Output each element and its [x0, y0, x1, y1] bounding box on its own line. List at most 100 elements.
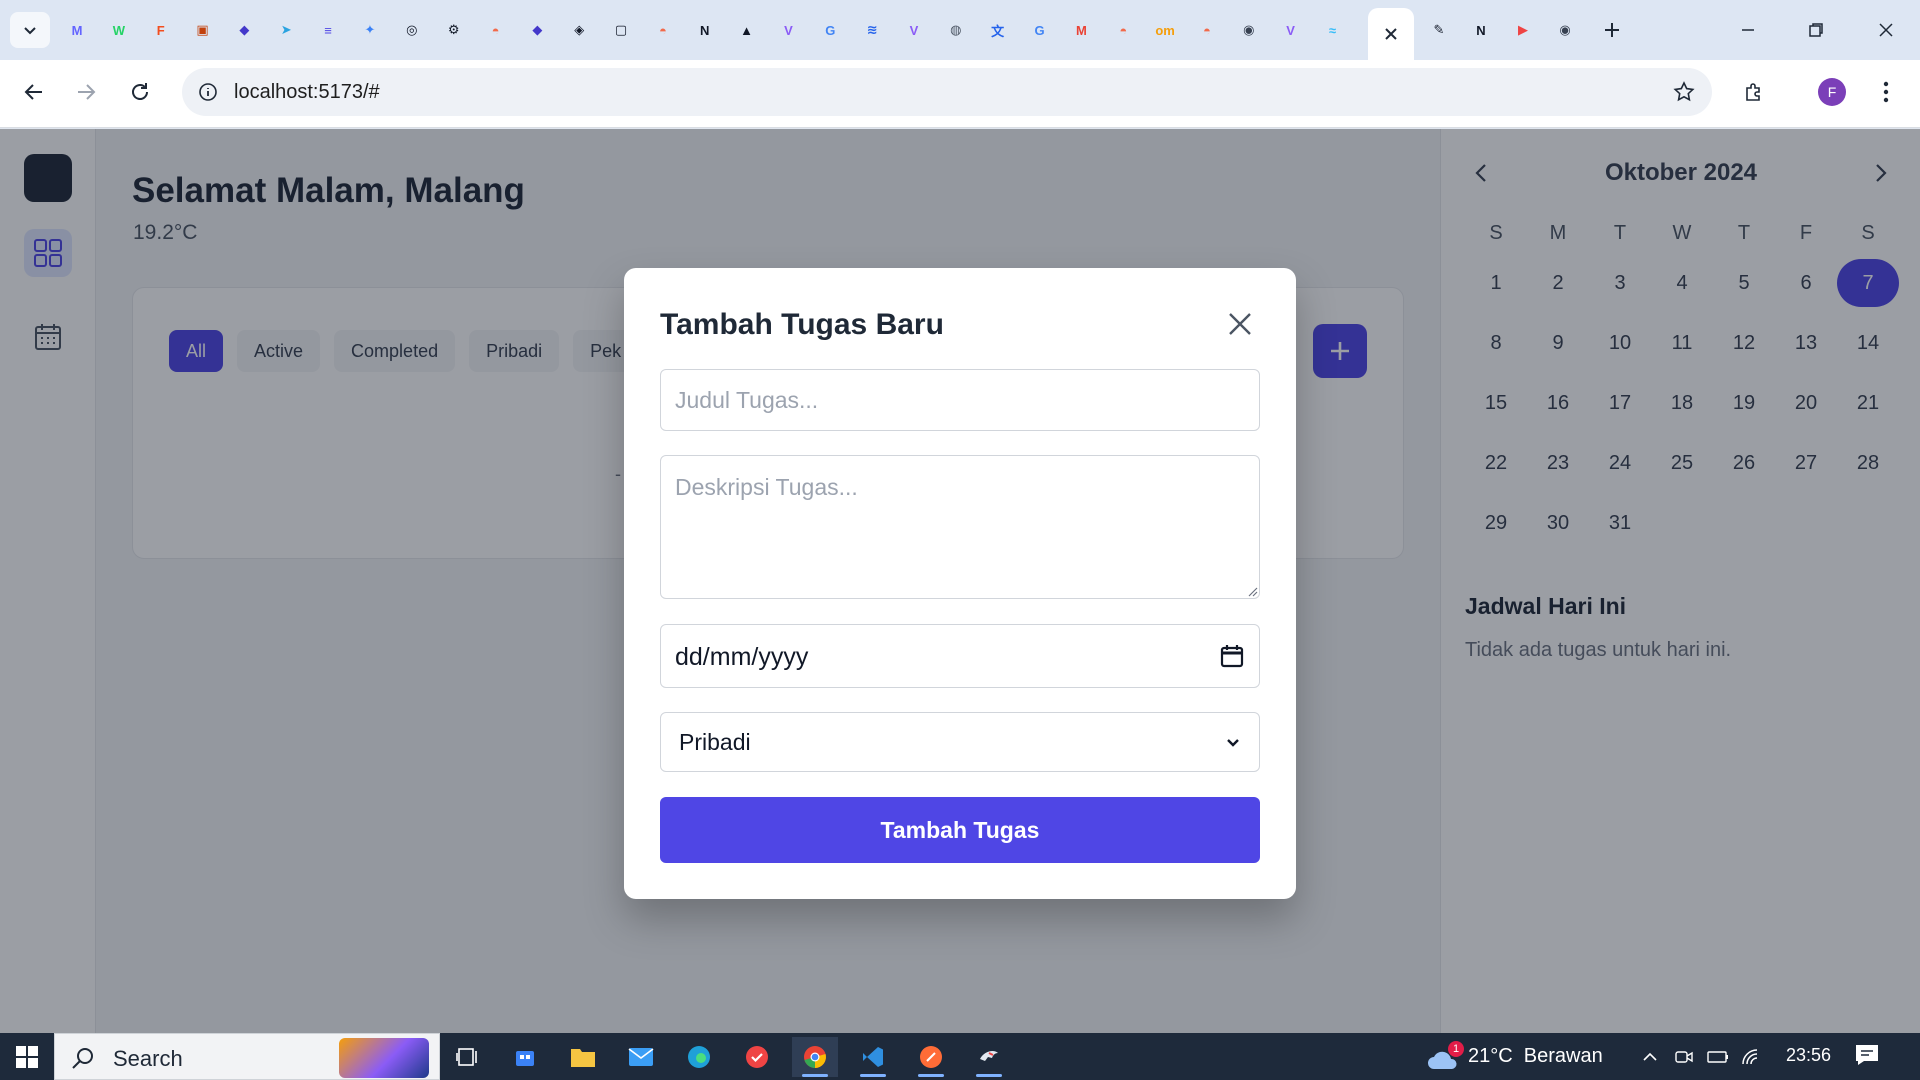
- restore-button[interactable]: [1796, 12, 1836, 48]
- chrome-app[interactable]: [792, 1037, 838, 1077]
- tab-favicon-chrome-icon[interactable]: ◉: [1236, 17, 1262, 43]
- clock-time[interactable]: 23:56: [1786, 1045, 1831, 1066]
- vscode-app[interactable]: [850, 1037, 896, 1077]
- battery-icon[interactable]: [1706, 1045, 1730, 1069]
- resize-grip-icon[interactable]: [1246, 585, 1258, 597]
- notification-center-button[interactable]: [1854, 1043, 1884, 1071]
- address-bar[interactable]: localhost:5173/#: [182, 68, 1712, 116]
- tray-overflow-icon[interactable]: [1638, 1045, 1662, 1069]
- profile-button[interactable]: F: [1812, 72, 1852, 112]
- tab-favicon-kite-icon[interactable]: ◆: [524, 17, 550, 43]
- tab-favicon-duck-icon[interactable]: ◓: [1110, 17, 1136, 43]
- bookmark-star-icon[interactable]: [1670, 78, 1698, 106]
- tab-favicon-youtube-icon[interactable]: ▶: [1510, 17, 1536, 43]
- category-selected-value: Pribadi: [679, 729, 751, 755]
- browser-menu-button[interactable]: [1866, 72, 1906, 112]
- task-description-input[interactable]: [660, 455, 1260, 599]
- browser-tab-strip: M W F ▣ ◆ ➤ ≡ ✦ ◎ ⚙ ◓ ◆ ◈ ▢ ◓ N ▲ V G ≋ V ◍ 文 G M ◓ om ◓ ◉ V ≈ ✎ N ▶ ◉: [0, 0, 1920, 60]
- tab-favicon-notion-icon[interactable]: N: [1468, 17, 1494, 43]
- mysql-workbench-app[interactable]: [966, 1037, 1012, 1077]
- submit-task-button[interactable]: Tambah Tugas: [660, 797, 1260, 863]
- os-taskbar: Search 1 21°C Berawan 23:56: [0, 1033, 1920, 1080]
- chevron-down-icon: [1227, 739, 1239, 747]
- search-highlight-image: [339, 1038, 429, 1078]
- windows-logo-icon: [16, 1045, 38, 1068]
- forward-button[interactable]: [66, 72, 106, 112]
- arrow-right-icon: [78, 84, 96, 100]
- extensions-button[interactable]: [1734, 72, 1774, 112]
- edge-app[interactable]: [676, 1037, 722, 1077]
- tab-favicon-vuetify-icon[interactable]: V: [1278, 17, 1304, 43]
- add-task-modal: Tambah Tugas Baru dd/mm/yyyy Pribadi Tam…: [624, 268, 1296, 899]
- tab-favicon-git-icon[interactable]: ◈: [566, 17, 592, 43]
- tab-favicon-telegram-icon[interactable]: ➤: [273, 17, 299, 43]
- taskbar-search[interactable]: Search: [54, 1033, 440, 1080]
- tab-favicon-duck-icon[interactable]: ◓: [1194, 17, 1220, 43]
- close-tab-icon[interactable]: [1383, 26, 1399, 42]
- tab-favicon-google-icon[interactable]: G: [1027, 17, 1053, 43]
- tab-favicon-google-icon[interactable]: G: [817, 17, 843, 43]
- task-category-select[interactable]: Pribadi: [660, 712, 1260, 772]
- tab-favicon-kite-icon[interactable]: ◆: [231, 17, 257, 43]
- tab-favicon-claude-icon[interactable]: ✎: [1426, 17, 1452, 43]
- tab-favicon-vuetify-icon[interactable]: V: [775, 17, 801, 43]
- modal-title: Tambah Tugas Baru: [660, 308, 944, 341]
- tab-favicon-list-icon[interactable]: ≡: [315, 17, 341, 43]
- task-title-input[interactable]: [660, 369, 1260, 431]
- wifi-icon[interactable]: [1740, 1045, 1764, 1069]
- tab-favicon-app-icon[interactable]: ▣: [190, 17, 216, 43]
- back-button[interactable]: [14, 72, 54, 112]
- task-view-button[interactable]: [444, 1037, 490, 1077]
- weather-widget[interactable]: 1 21°C Berawan: [1426, 1033, 1603, 1080]
- close-icon: [1229, 313, 1251, 335]
- close-modal-button[interactable]: [1220, 304, 1260, 344]
- browser-toolbar: localhost:5173/# F: [0, 60, 1920, 128]
- check-circle-icon: [746, 1046, 768, 1068]
- tab-search-button[interactable]: [10, 12, 50, 48]
- tab-favicon-globe-icon[interactable]: ◍: [943, 17, 969, 43]
- tab-favicon-openai-icon[interactable]: ⚙: [441, 17, 467, 43]
- tab-favicon-duck-icon[interactable]: ◓: [650, 17, 676, 43]
- close-window-button[interactable]: [1866, 12, 1906, 48]
- tab-favicon-github-icon[interactable]: ◎: [399, 17, 425, 43]
- weather-badge: 1: [1448, 1040, 1464, 1057]
- todo-app[interactable]: [734, 1037, 780, 1077]
- store-app[interactable]: [502, 1037, 548, 1077]
- tab-favicon-square-icon[interactable]: ▢: [608, 17, 634, 43]
- tab-favicon-gemini-icon[interactable]: ✦: [357, 17, 383, 43]
- tab-favicon-om-icon[interactable]: om: [1152, 17, 1178, 43]
- dolphin-icon: [980, 1051, 998, 1061]
- tab-favicon-figma-icon[interactable]: F: [148, 17, 174, 43]
- date-placeholder: dd/mm/yyyy: [675, 643, 809, 671]
- restore-icon: [1809, 23, 1823, 37]
- tab-favicon-tailwind-icon[interactable]: ≈: [1320, 17, 1346, 43]
- weather-text: 21°C Berawan: [1468, 1045, 1603, 1067]
- plus-icon: [1605, 23, 1619, 37]
- meet-now-icon[interactable]: [1672, 1045, 1696, 1069]
- tab-favicon-chrome-icon[interactable]: ◉: [1552, 17, 1578, 43]
- tab-favicon-atlas-icon[interactable]: ▲: [734, 17, 760, 43]
- tab-favicon-vuetify-icon[interactable]: V: [901, 17, 927, 43]
- new-tab-button[interactable]: [1592, 12, 1632, 48]
- postman-app[interactable]: [908, 1037, 954, 1077]
- mail-icon: [628, 1048, 654, 1066]
- tab-favicon-mastodon-icon[interactable]: M: [64, 17, 90, 43]
- tab-favicon-notion-icon[interactable]: N: [692, 17, 718, 43]
- calendar-picker-icon[interactable]: [1219, 643, 1245, 669]
- task-date-input[interactable]: dd/mm/yyyy: [660, 624, 1260, 688]
- postman-icon: [920, 1046, 942, 1068]
- tab-favicon-duck-icon[interactable]: ◓: [483, 17, 509, 43]
- mail-app[interactable]: [618, 1037, 664, 1077]
- start-button[interactable]: [0, 1033, 54, 1080]
- file-explorer-app[interactable]: [560, 1037, 606, 1077]
- notification-icon: [1856, 1045, 1878, 1065]
- site-info-icon[interactable]: [196, 80, 220, 104]
- search-icon: [72, 1048, 93, 1069]
- minimize-button[interactable]: [1728, 12, 1768, 48]
- active-tab[interactable]: [1368, 8, 1414, 60]
- tab-favicon-gmail-icon[interactable]: M: [1068, 17, 1094, 43]
- tab-favicon-translate-icon[interactable]: 文: [985, 17, 1011, 43]
- tab-favicon-stack-icon[interactable]: ≋: [859, 17, 885, 43]
- tab-favicon-whatsapp-icon[interactable]: W: [106, 17, 132, 43]
- reload-button[interactable]: [120, 72, 160, 112]
